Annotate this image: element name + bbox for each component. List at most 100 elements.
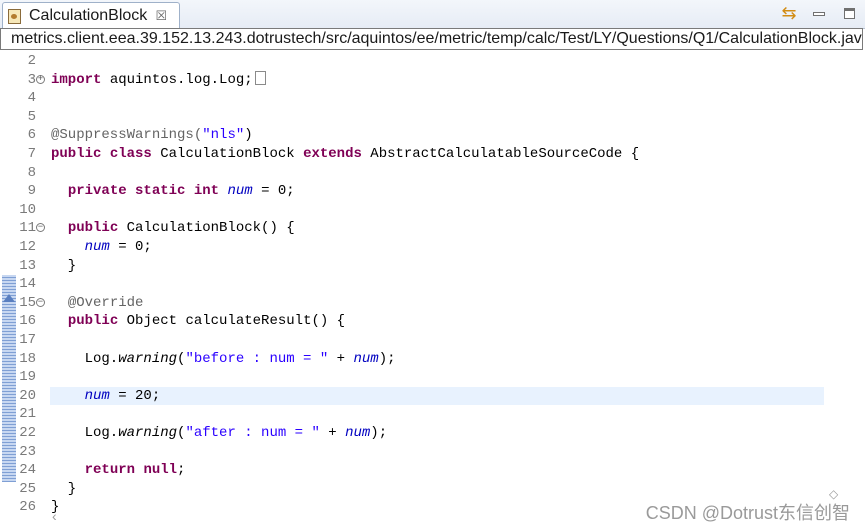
- code-line[interactable]: 24 return null;: [0, 461, 865, 480]
- code-token: @Override: [67, 294, 144, 311]
- code-token: +: [328, 350, 354, 367]
- code-line[interactable]: 25 }: [0, 480, 865, 499]
- expand-fold-icon[interactable]: +: [36, 74, 45, 84]
- code-line[interactable]: 5: [0, 108, 865, 127]
- java-editor: CalculationBlock ☒ ⇆ metrics.client.eea.…: [0, 0, 865, 530]
- code-token: import: [51, 71, 102, 88]
- code-text: @SuppressWarnings("nls"): [51, 126, 253, 145]
- line-number: 15: [19, 294, 36, 311]
- line-number: 22: [19, 425, 36, 441]
- code-line[interactable]: 9 private static int num = 0;: [0, 182, 865, 201]
- line-number: 11: [19, 220, 36, 237]
- file-path-tooltip: metrics.client.eea.39.152.13.243.dotrust…: [0, 28, 863, 50]
- maximize-icon: [843, 7, 855, 19]
- code-token: @SuppressWarnings(: [51, 127, 203, 144]
- code-line[interactable]: 15− @Override: [0, 294, 865, 313]
- line-number: 23: [19, 443, 36, 460]
- code-line[interactable]: 18 Log.warning("before : num = " + num);: [0, 350, 865, 369]
- code-line[interactable]: 16 public Object calculateResult() {: [0, 312, 865, 331]
- line-number: 9: [27, 183, 36, 200]
- code-line[interactable]: 10: [0, 201, 865, 220]
- code-text: Log.warning("before : num = " + num);: [51, 350, 396, 369]
- code-token: public: [67, 220, 119, 237]
- code-token: warning: [118, 425, 178, 441]
- code-text: num = 20;: [51, 387, 161, 406]
- code-line[interactable]: 23: [0, 443, 865, 462]
- line-number: 17: [19, 332, 36, 348]
- code-line[interactable]: 7 public class CalculationBlock extends A…: [0, 145, 865, 164]
- line-number: 6: [27, 127, 36, 144]
- collapsed-imports-icon[interactable]: [254, 70, 266, 85]
- code-token: }: [51, 480, 77, 497]
- line-number: 13: [19, 257, 36, 274]
- code-token: class: [109, 146, 152, 162]
- java-file-icon: [8, 8, 21, 24]
- code-token: num: [345, 425, 371, 441]
- code-token: +: [319, 425, 346, 441]
- collapse-fold-icon[interactable]: −: [36, 297, 45, 307]
- code-line[interactable]: 6 @SuppressWarnings("nls"): [0, 126, 865, 145]
- sync-icon[interactable]: ⇆: [779, 3, 799, 23]
- code-line[interactable]: 2: [0, 52, 865, 71]
- code-line[interactable]: 11− public CalculationBlock() {: [0, 219, 865, 238]
- code-text: public Object calculateResult() {: [51, 312, 345, 331]
- line-number: 2: [27, 53, 36, 69]
- code-token: Object calculateResult() {: [118, 313, 346, 330]
- code-line[interactable]: 21: [0, 405, 865, 424]
- code-line[interactable]: 12 num = 0;: [0, 238, 865, 257]
- line-number: 25: [19, 480, 36, 497]
- minimize-icon: [813, 8, 825, 18]
- code-text: import aquintos.log.Log;: [51, 70, 266, 90]
- code-token: CalculationBlock() {: [118, 220, 295, 237]
- line-number: 24: [19, 462, 36, 479]
- code-text: public CalculationBlock() {: [51, 219, 295, 238]
- collapse-fold-icon[interactable]: −: [36, 223, 45, 233]
- minimize-button[interactable]: [809, 3, 829, 23]
- code-token: CalculationBlock: [151, 146, 304, 162]
- code-token: num: [227, 183, 253, 200]
- code-line[interactable]: 3 + import aquintos.log.Log;: [0, 70, 865, 90]
- line-number: 10: [19, 201, 36, 218]
- code-token: Log.: [51, 425, 119, 441]
- close-icon[interactable]: ☒: [154, 9, 168, 23]
- code-token: public: [67, 313, 119, 330]
- editor-tab[interactable]: CalculationBlock ☒: [2, 2, 180, 29]
- code-line[interactable]: 22 Log.warning("after : num = " + num);: [0, 424, 865, 443]
- code-area[interactable]: 2 3 + import aquintos.log.Log; 4 5 6 @SuppressW…: [0, 50, 865, 520]
- code-token: Log.: [51, 350, 119, 367]
- code-line[interactable]: 4: [0, 89, 865, 108]
- code-token: );: [370, 425, 388, 441]
- code-text: @Override: [51, 294, 144, 313]
- line-number: 20: [19, 387, 36, 404]
- code-token: null: [143, 462, 178, 479]
- scroll-left-icon[interactable]: ‹: [52, 508, 57, 524]
- code-text: }: [51, 480, 76, 499]
- code-line[interactable]: 14: [0, 275, 865, 294]
- code-token: static: [135, 183, 186, 200]
- code-line[interactable]: 8: [0, 164, 865, 183]
- line-number: 19: [19, 369, 36, 386]
- code-line[interactable]: 20 num = 20;: [0, 387, 865, 406]
- line-number: 4: [27, 90, 36, 107]
- code-line[interactable]: 17: [0, 331, 865, 350]
- code-token: public: [51, 146, 102, 162]
- code-line[interactable]: 19: [0, 368, 865, 387]
- code-token: extends: [303, 146, 362, 162]
- code-token: int: [193, 183, 220, 200]
- code-line[interactable]: 13 }: [0, 257, 865, 276]
- maximize-button[interactable]: [839, 3, 859, 23]
- code-token: return: [84, 462, 136, 479]
- code-text: Log.warning("after : num = " + num);: [51, 424, 388, 443]
- line-number: 5: [27, 108, 36, 125]
- line-number: 21: [19, 406, 36, 423]
- code-text: }: [51, 257, 76, 276]
- code-token: num: [353, 350, 379, 367]
- code-text: return null;: [51, 461, 186, 480]
- tab-title: CalculationBlock: [29, 7, 148, 24]
